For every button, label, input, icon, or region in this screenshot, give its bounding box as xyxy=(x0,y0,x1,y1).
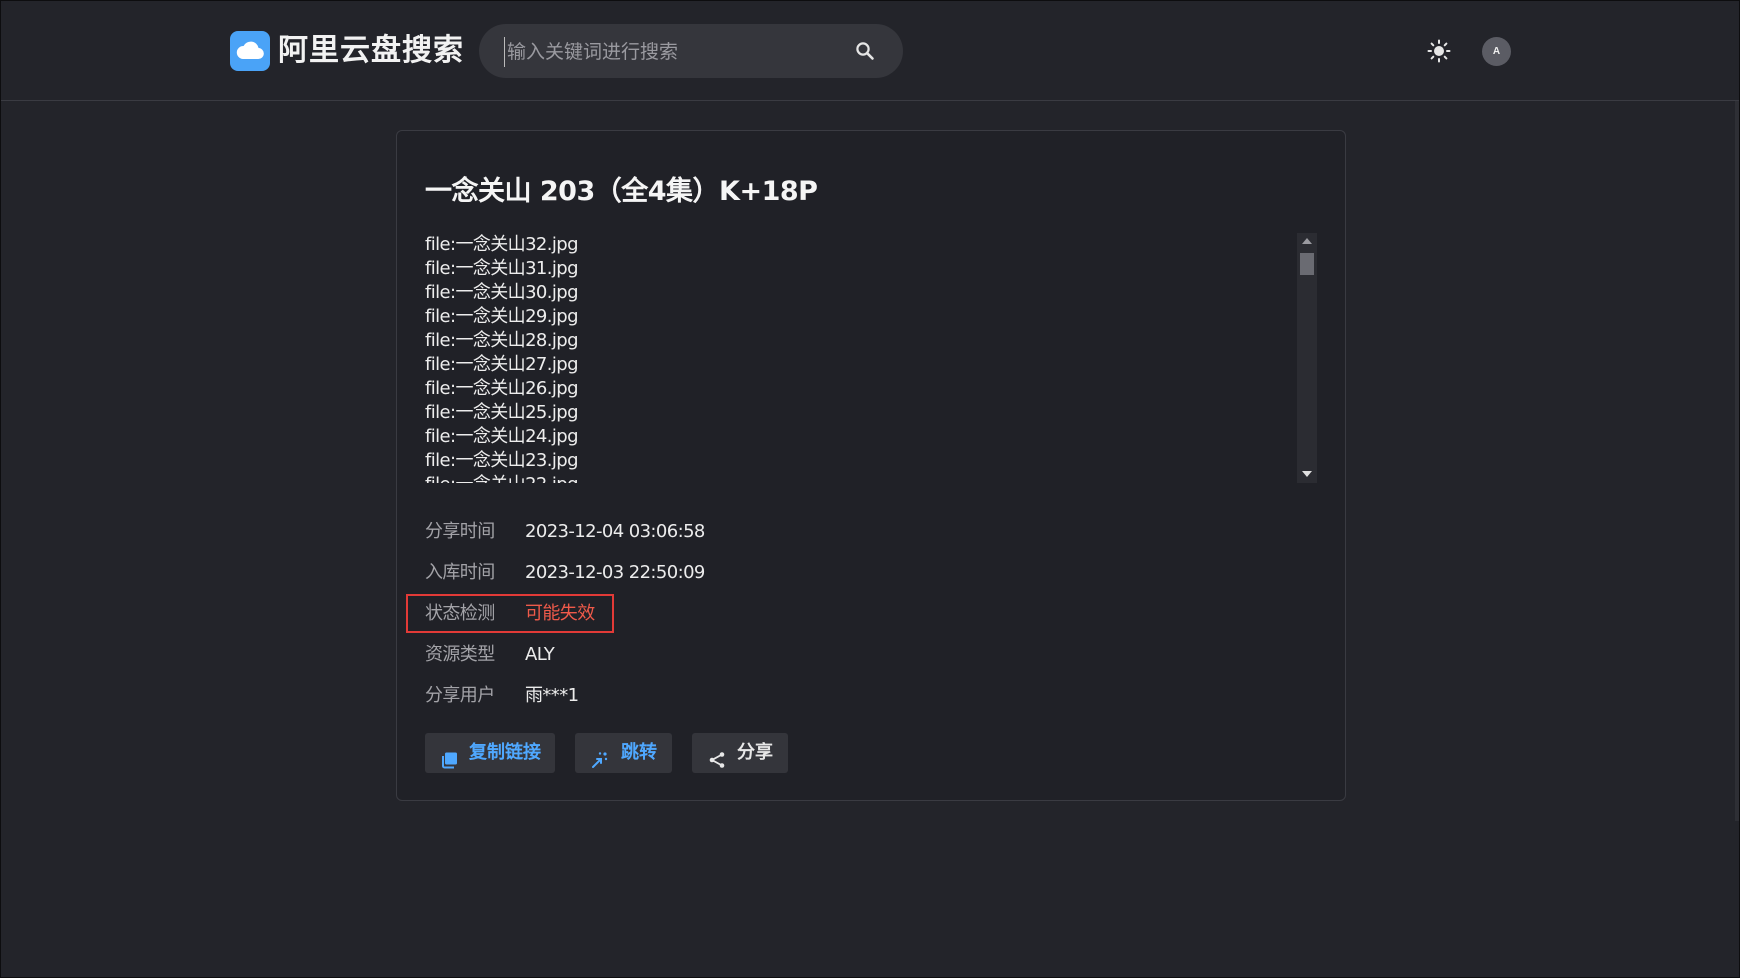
scroll-down-icon[interactable] xyxy=(1302,471,1312,477)
site-title[interactable]: 阿里云盘搜索 xyxy=(278,33,464,69)
list-item: file:一念关山24.jpg xyxy=(425,426,579,447)
user-label: 分享用户 xyxy=(425,685,495,706)
list-item: file:一念关山29.jpg xyxy=(425,306,579,327)
list-item: file:一念关山22.jpg xyxy=(425,473,1305,483)
list-item: file:一念关山31.jpg xyxy=(425,258,579,279)
list-item: file:一念关山30.jpg xyxy=(425,282,579,303)
list-item: file:一念关山26.jpg xyxy=(425,378,579,399)
file-list-container[interactable]: file:一念关山32.jpg file:一念关山31.jpg file:一念关… xyxy=(425,233,1305,483)
share-button[interactable]: 分享 xyxy=(692,733,788,773)
list-item: file:一念关山25.jpg xyxy=(425,402,579,423)
index-time-label: 入库时间 xyxy=(425,562,495,583)
page-scrollbar[interactable] xyxy=(1735,101,1739,821)
copy-link-button[interactable]: 复制链接 xyxy=(425,733,555,773)
cloud-icon[interactable] xyxy=(230,31,270,71)
file-list: file:一念关山32.jpg file:一念关山31.jpg file:一念关… xyxy=(425,233,1305,483)
redirect-icon xyxy=(591,744,609,784)
jump-label: 跳转 xyxy=(621,742,657,763)
type-value: ALY xyxy=(525,644,555,665)
search-icon[interactable] xyxy=(855,41,875,66)
resource-title: 一念关山 203（全4集）K+18P xyxy=(425,176,818,207)
list-item: file:一念关山23.jpg xyxy=(425,450,579,471)
share-icon xyxy=(708,744,726,784)
user-value: 雨***1 xyxy=(525,685,579,706)
index-time-value: 2023-12-03 22:50:09 xyxy=(525,562,705,583)
avatar[interactable]: A xyxy=(1482,37,1511,66)
share-time-label: 分享时间 xyxy=(425,521,495,542)
sun-icon[interactable] xyxy=(1427,39,1451,68)
share-time-value: 2023-12-04 03:06:58 xyxy=(525,521,705,542)
status-label: 状态检测 xyxy=(425,603,495,624)
page: 阿里云盘搜索 输入关键词进行搜索 A 一念关山 203（全4集）K+18P fi… xyxy=(0,0,1740,978)
type-label: 资源类型 xyxy=(425,644,495,665)
header: 阿里云盘搜索 输入关键词进行搜索 A xyxy=(1,1,1739,101)
scrollbar-thumb[interactable] xyxy=(1300,253,1314,275)
file-list-scrollbar[interactable] xyxy=(1297,233,1317,483)
copy-link-label: 复制链接 xyxy=(469,742,541,763)
jump-button[interactable]: 跳转 xyxy=(575,733,672,773)
search-box xyxy=(479,24,903,78)
scroll-up-icon[interactable] xyxy=(1302,238,1312,244)
copy-icon xyxy=(441,744,459,784)
list-item: file:一念关山28.jpg xyxy=(425,330,579,351)
list-item: file:一念关山27.jpg xyxy=(425,354,579,375)
resource-card: 一念关山 203（全4集）K+18P file:一念关山32.jpg file:… xyxy=(396,130,1346,801)
list-item: file:一念关山32.jpg xyxy=(425,234,579,255)
search-input[interactable] xyxy=(504,37,829,67)
share-label: 分享 xyxy=(737,742,773,763)
status-badge: 可能失效 xyxy=(525,603,595,624)
